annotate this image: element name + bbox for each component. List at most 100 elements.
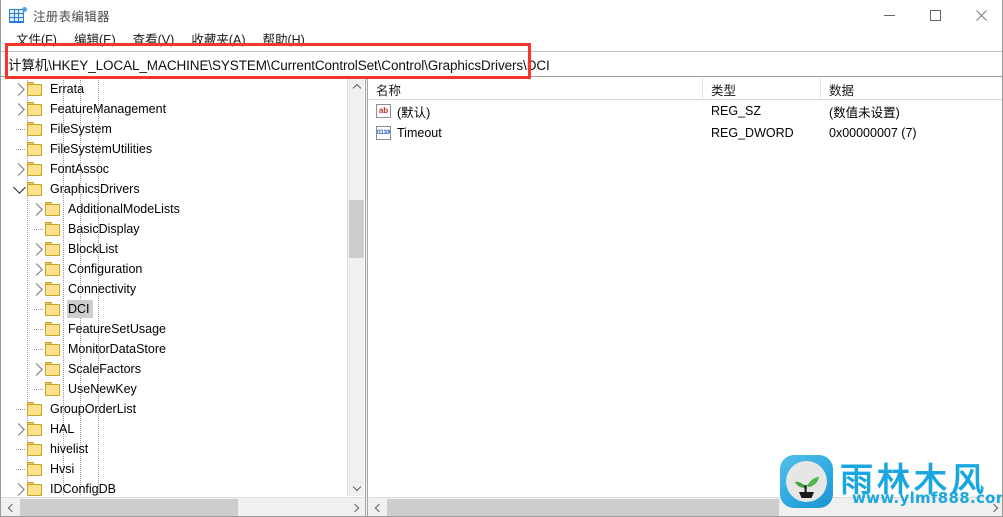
chevron-right-icon[interactable]: [29, 199, 45, 219]
tree-vertical-scrollbar[interactable]: [347, 78, 364, 496]
folder-icon: [45, 222, 62, 236]
column-header-data[interactable]: 数据: [821, 78, 1002, 100]
tree-item-additionalmodelists[interactable]: AdditionalModeLists: [1, 199, 346, 219]
scroll-right-button[interactable]: [346, 498, 365, 516]
tree-item-connectivity[interactable]: Connectivity: [1, 279, 346, 299]
chevron-right-icon[interactable]: [29, 279, 45, 299]
folder-icon: [27, 442, 44, 456]
tree-item-hvsi[interactable]: Hvsi: [1, 459, 346, 479]
address-path: 计算机\HKEY_LOCAL_MACHINE\SYSTEM\CurrentCon…: [8, 58, 550, 73]
table-row[interactable]: 011100 Timeout REG_DWORD 0x00000007 (7): [368, 122, 1002, 144]
title-bar: 注册表编辑器: [1, 0, 1002, 30]
values-scroll-right-button[interactable]: [985, 498, 1002, 516]
scroll-up-button[interactable]: [348, 78, 365, 95]
minimize-button[interactable]: [866, 0, 912, 30]
tree-scroll-thumb[interactable]: [349, 200, 364, 258]
menu-item-help[interactable]: 帮助(H): [254, 31, 313, 50]
registry-tree[interactable]: Errata FeatureManagement FileSystem FileSys…: [1, 78, 346, 496]
tree-item-monitordatastore[interactable]: MonitorDataStore: [1, 339, 346, 359]
tree-item-label: FeatureSetUsage: [68, 322, 166, 336]
value-data-cell: (数值未设置): [829, 105, 900, 120]
folder-icon: [27, 162, 44, 176]
values-scroll-left-button[interactable]: [368, 498, 387, 516]
folder-icon: [27, 402, 44, 416]
tree-item-filesystem[interactable]: FileSystem: [1, 119, 346, 139]
tree-item-label: MonitorDataStore: [68, 342, 166, 356]
scroll-down-button[interactable]: [348, 479, 365, 496]
tree-item-idconfigdb[interactable]: IDConfigDB: [1, 479, 346, 496]
tree-item-hal[interactable]: HAL: [1, 419, 346, 439]
chevron-right-icon[interactable]: [11, 419, 27, 439]
values-hscroll-thumb[interactable]: [387, 499, 779, 516]
tree-horizontal-scrollbar[interactable]: [1, 497, 365, 516]
chevron-right-icon[interactable]: [11, 79, 27, 99]
chevron-right-icon[interactable]: [29, 239, 45, 259]
value-type-cell: REG_DWORD: [711, 126, 794, 140]
value-data-cell: 0x00000007 (7): [829, 126, 917, 140]
menu-item-favorites[interactable]: 收藏夹(A): [183, 31, 254, 50]
chevron-right-icon[interactable]: [29, 359, 45, 379]
menu-item-view[interactable]: 查看(V): [125, 31, 184, 50]
folder-icon: [27, 422, 44, 436]
tree-item-featuresetusage[interactable]: FeatureSetUsage: [1, 319, 346, 339]
menu-item-file[interactable]: 文件(F): [8, 31, 66, 50]
folder-icon: [27, 102, 44, 116]
values-list[interactable]: ab (默认) REG_SZ (数值未设置) 011100 Timeout RE…: [368, 100, 1002, 144]
scroll-left-button[interactable]: [1, 498, 20, 516]
table-row[interactable]: ab (默认) REG_SZ (数值未设置): [368, 100, 1002, 122]
values-horizontal-scrollbar[interactable]: [368, 497, 1002, 516]
chevron-right-icon[interactable]: [11, 99, 27, 119]
window-controls: [866, 0, 1002, 30]
tree-item-configuration[interactable]: Configuration: [1, 259, 346, 279]
chevron-right-icon[interactable]: [11, 159, 27, 179]
tree-item-label: HAL: [50, 422, 75, 436]
folder-icon: [45, 242, 62, 256]
tree-item-label: UseNewKey: [68, 382, 137, 396]
tree-hscroll-thumb[interactable]: [20, 499, 238, 516]
value-name-text: Timeout: [397, 126, 442, 140]
dword-value-icon: 011100: [376, 126, 391, 140]
tree-hscroll-track[interactable]: [20, 498, 346, 516]
tree-item-fontassoc[interactable]: FontAssoc: [1, 159, 346, 179]
tree-item-usenewkey[interactable]: UseNewKey: [1, 379, 346, 399]
column-header-name[interactable]: 名称: [368, 78, 703, 100]
folder-icon: [45, 362, 62, 376]
folder-icon: [27, 482, 44, 496]
tree-item-label: GraphicsDrivers: [50, 182, 140, 196]
chevron-down-icon[interactable]: [11, 179, 27, 199]
tree-item-basicdisplay[interactable]: BasicDisplay: [1, 219, 346, 239]
tree-item-blocklist[interactable]: BlockList: [1, 239, 346, 259]
folder-icon: [27, 182, 44, 196]
column-header-type[interactable]: 类型: [703, 78, 821, 100]
tree-item-filesystemutilities[interactable]: FileSystemUtilities: [1, 139, 346, 159]
tree-item-graphicsdrivers[interactable]: GraphicsDrivers: [1, 179, 346, 199]
tree-item-grouporderlist[interactable]: GroupOrderList: [1, 399, 346, 419]
tree-item-errata[interactable]: Errata: [1, 79, 346, 99]
tree-item-label: DCI: [67, 300, 93, 318]
content-area: Errata FeatureManagement FileSystem FileSys…: [1, 78, 1002, 516]
tree-item-featuremanagement[interactable]: FeatureManagement: [1, 99, 346, 119]
chevron-right-icon[interactable]: [29, 259, 45, 279]
tree-item-label: Configuration: [68, 262, 143, 276]
address-bar[interactable]: 计算机\HKEY_LOCAL_MACHINE\SYSTEM\CurrentCon…: [1, 51, 1002, 77]
tree-item-scalefactors[interactable]: ScaleFactors: [1, 359, 346, 379]
tree-item-hivelist[interactable]: hivelist: [1, 439, 346, 459]
value-name-cell: 011100 Timeout: [368, 122, 703, 144]
tree-item-dci[interactable]: DCI: [1, 299, 346, 319]
chevron-right-icon[interactable]: [11, 479, 27, 496]
close-button[interactable]: [958, 0, 1002, 30]
tree-item-label: BlockList: [68, 242, 119, 256]
values-hscroll-track[interactable]: [387, 498, 985, 516]
menu-item-edit[interactable]: 编辑(E): [66, 31, 125, 50]
maximize-button[interactable]: [912, 0, 958, 30]
